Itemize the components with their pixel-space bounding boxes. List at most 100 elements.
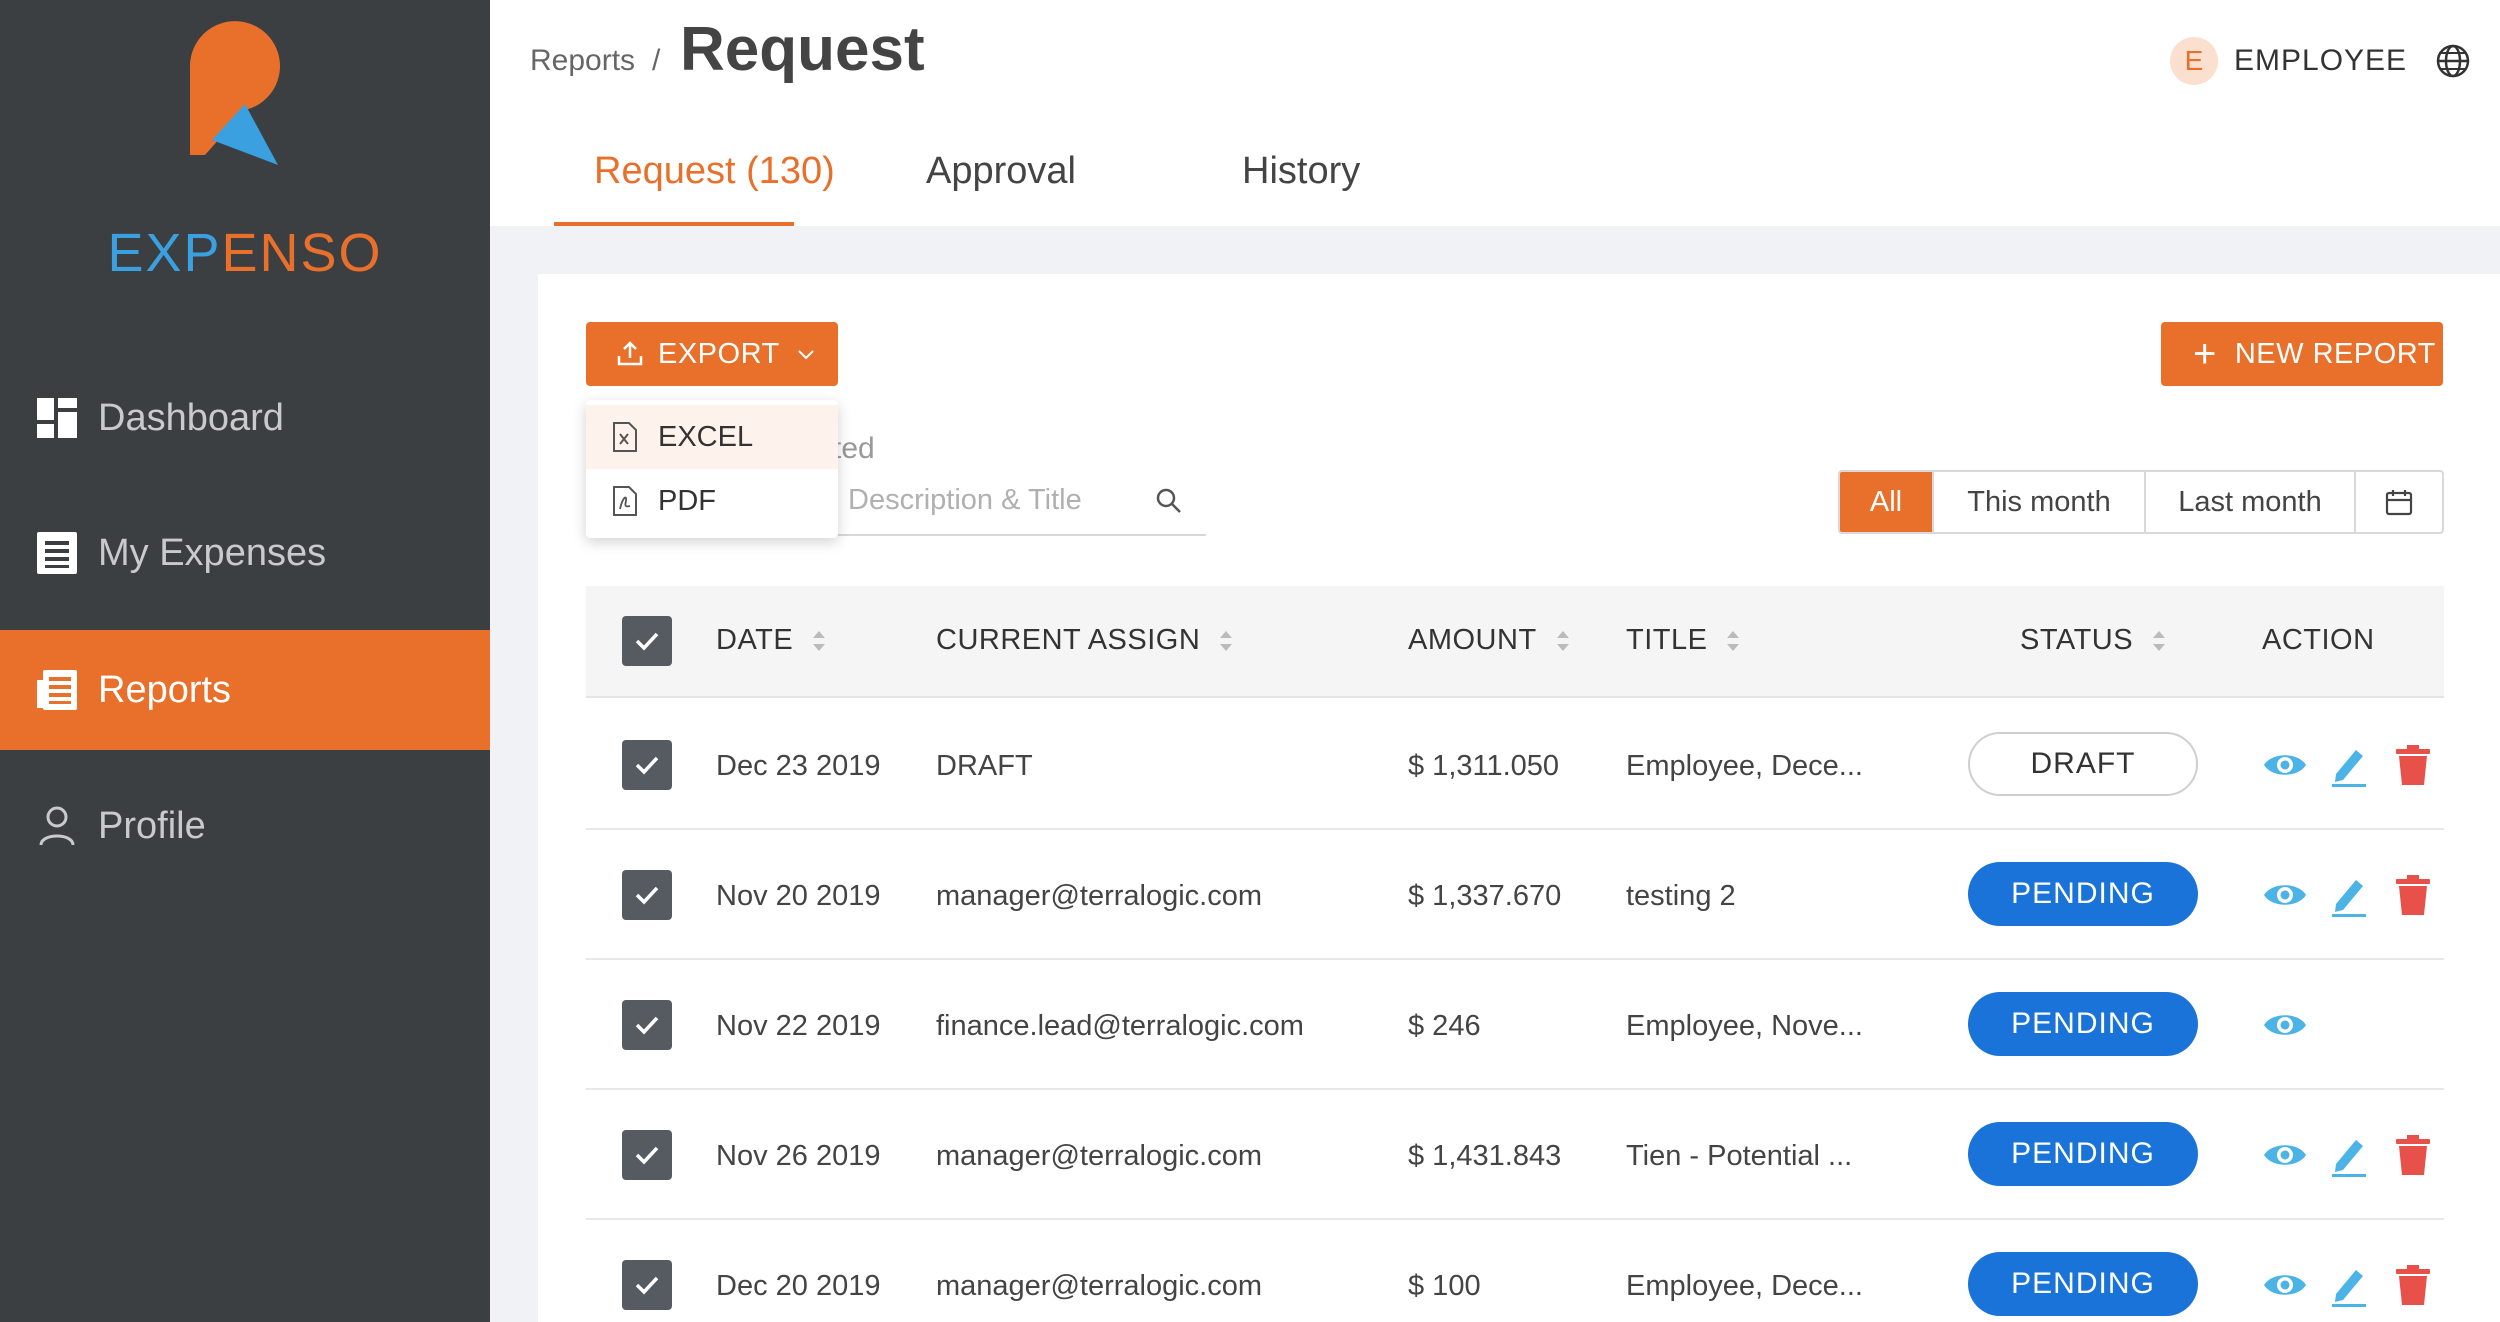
row-assign: finance.lead@terralogic.com bbox=[936, 1010, 1304, 1042]
row-checkbox[interactable] bbox=[622, 1000, 672, 1050]
delete-trash-icon[interactable] bbox=[2390, 1132, 2436, 1178]
export-excel-label: EXCEL bbox=[658, 420, 754, 453]
row-amount: $ 1,311.050 bbox=[1408, 750, 1560, 782]
row-amount: $ 1,431.843 bbox=[1408, 1140, 1562, 1172]
export-label: EXPORT bbox=[658, 337, 780, 370]
sidebar-item-label: Profile bbox=[98, 804, 206, 847]
sidebar-item-label: My Expenses bbox=[98, 531, 327, 574]
sidebar: EXPENSO Dashboard My Expenses Reports Pr… bbox=[0, 0, 490, 1322]
filter-last-month[interactable]: Last month bbox=[2146, 472, 2356, 532]
search-icon[interactable] bbox=[1154, 486, 1184, 516]
date-filter-group: All This month Last month bbox=[1838, 470, 2444, 534]
user-role[interactable]: EMPLOYEE bbox=[2234, 44, 2407, 78]
edit-pencil-icon[interactable] bbox=[2326, 1132, 2372, 1178]
check-icon bbox=[635, 1276, 659, 1295]
table-header: DATE CURRENT ASSIGN AMOUNT TITLE STATUS … bbox=[586, 586, 2444, 698]
select-all-checkbox[interactable] bbox=[622, 616, 672, 666]
row-assign: manager@terralogic.com bbox=[936, 880, 1263, 912]
export-pdf-option[interactable]: PDF bbox=[586, 469, 838, 533]
sidebar-item-my-expenses[interactable]: My Expenses bbox=[0, 493, 490, 613]
status-badge: PENDING bbox=[1968, 992, 2198, 1056]
row-title: testing 2 bbox=[1626, 880, 1736, 912]
row-amount: $ 100 bbox=[1408, 1270, 1481, 1302]
check-icon bbox=[635, 632, 659, 651]
status-badge: DRAFT bbox=[1968, 732, 2198, 796]
row-checkbox[interactable] bbox=[622, 1260, 672, 1310]
edit-pencil-icon[interactable] bbox=[2326, 872, 2372, 918]
delete-trash-icon[interactable] bbox=[2390, 872, 2436, 918]
plus-icon: + bbox=[2193, 332, 2217, 376]
brand-name: EXPENSO bbox=[107, 223, 383, 283]
view-eye-icon[interactable] bbox=[2262, 1002, 2308, 1048]
table-row[interactable]: Nov 26 2019 manager@terralogic.com $ 1,4… bbox=[586, 1090, 2444, 1220]
excel-file-icon bbox=[613, 422, 637, 452]
filter-all[interactable]: All bbox=[1840, 472, 1934, 532]
breadcrumb-reports[interactable]: Reports bbox=[530, 44, 635, 78]
breadcrumb-separator: / bbox=[652, 44, 661, 77]
globe-icon[interactable] bbox=[2436, 44, 2470, 78]
delete-trash-icon[interactable] bbox=[2390, 1262, 2436, 1308]
row-date: Dec 23 2019 bbox=[716, 750, 881, 782]
upload-icon bbox=[617, 341, 643, 366]
sidebar-item-reports[interactable]: Reports bbox=[0, 630, 490, 750]
edit-pencil-icon[interactable] bbox=[2326, 742, 2372, 788]
expenso-logo-icon bbox=[190, 21, 280, 165]
calendar-icon bbox=[2385, 490, 2413, 516]
table-row[interactable]: Nov 20 2019 manager@terralogic.com $ 1,3… bbox=[586, 830, 2444, 960]
calendar-button[interactable] bbox=[2356, 472, 2442, 532]
export-dropdown-menu: EXCEL PDF bbox=[586, 400, 838, 538]
row-amount: $ 1,337.670 bbox=[1408, 880, 1562, 912]
row-assign: DRAFT bbox=[936, 750, 1033, 782]
view-eye-icon[interactable] bbox=[2262, 1262, 2308, 1308]
row-checkbox[interactable] bbox=[622, 870, 672, 920]
tab-request[interactable]: Request (130) bbox=[594, 150, 835, 226]
edit-pencil-icon[interactable] bbox=[2326, 1262, 2372, 1308]
row-title: Employee, Dece... bbox=[1626, 1270, 1863, 1302]
export-excel-option[interactable]: EXCEL bbox=[586, 405, 838, 469]
column-amount[interactable]: AMOUNT bbox=[1408, 624, 1571, 657]
check-icon bbox=[635, 1146, 659, 1165]
status-badge: PENDING bbox=[1968, 1122, 2198, 1186]
pdf-file-icon bbox=[613, 486, 637, 516]
sort-icon bbox=[1556, 630, 1569, 651]
row-checkbox[interactable] bbox=[622, 740, 672, 790]
avatar[interactable]: E bbox=[2170, 37, 2218, 85]
view-eye-icon[interactable] bbox=[2262, 1132, 2308, 1178]
page-title: Request bbox=[680, 15, 925, 84]
sidebar-item-dashboard[interactable]: Dashboard bbox=[0, 358, 490, 478]
sort-icon bbox=[1727, 630, 1740, 651]
sort-icon bbox=[813, 630, 826, 651]
row-assign: manager@terralogic.com bbox=[936, 1140, 1263, 1172]
check-icon bbox=[635, 756, 659, 775]
chevron-down-icon bbox=[798, 350, 814, 360]
column-date[interactable]: DATE bbox=[716, 624, 827, 657]
row-checkbox[interactable] bbox=[622, 1130, 672, 1180]
view-eye-icon[interactable] bbox=[2262, 872, 2308, 918]
filter-this-month[interactable]: This month bbox=[1934, 472, 2146, 532]
column-current-assign[interactable]: CURRENT ASSIGN bbox=[936, 624, 1234, 657]
tab-approval[interactable]: Approval bbox=[926, 150, 1076, 226]
view-eye-icon[interactable] bbox=[2262, 742, 2308, 788]
column-status[interactable]: STATUS bbox=[2020, 624, 2167, 657]
top-header: Reports / Request E EMPLOYEE Request (13… bbox=[490, 0, 2500, 226]
column-title[interactable]: TITLE bbox=[1626, 624, 1741, 657]
table-row[interactable]: Dec 23 2019 DRAFT $ 1,311.050 Employee, … bbox=[586, 700, 2444, 830]
delete-trash-icon[interactable] bbox=[2390, 742, 2436, 788]
export-pdf-label: PDF bbox=[658, 484, 716, 517]
tab-history[interactable]: History bbox=[1242, 150, 1360, 226]
row-title: Employee, Dece... bbox=[1626, 750, 1863, 782]
row-assign: manager@terralogic.com bbox=[936, 1270, 1263, 1302]
receipt-icon bbox=[36, 532, 78, 574]
sort-icon bbox=[2153, 630, 2166, 651]
sidebar-item-profile[interactable]: Profile bbox=[0, 766, 490, 886]
new-report-button[interactable]: + NEW REPORT bbox=[2161, 322, 2443, 386]
status-badge: PENDING bbox=[1968, 862, 2198, 926]
table-row[interactable]: Nov 22 2019 finance.lead@terralogic.com … bbox=[586, 960, 2444, 1090]
check-icon bbox=[635, 1016, 659, 1035]
export-button[interactable]: EXPORT bbox=[586, 322, 838, 386]
table-row[interactable]: Dec 20 2019 manager@terralogic.com $ 100… bbox=[586, 1220, 2444, 1322]
status-badge: PENDING bbox=[1968, 1252, 2198, 1316]
search-input[interactable]: Description & Title bbox=[848, 484, 1082, 517]
sidebar-item-label: Reports bbox=[98, 668, 232, 711]
dashboard-icon bbox=[36, 397, 78, 439]
